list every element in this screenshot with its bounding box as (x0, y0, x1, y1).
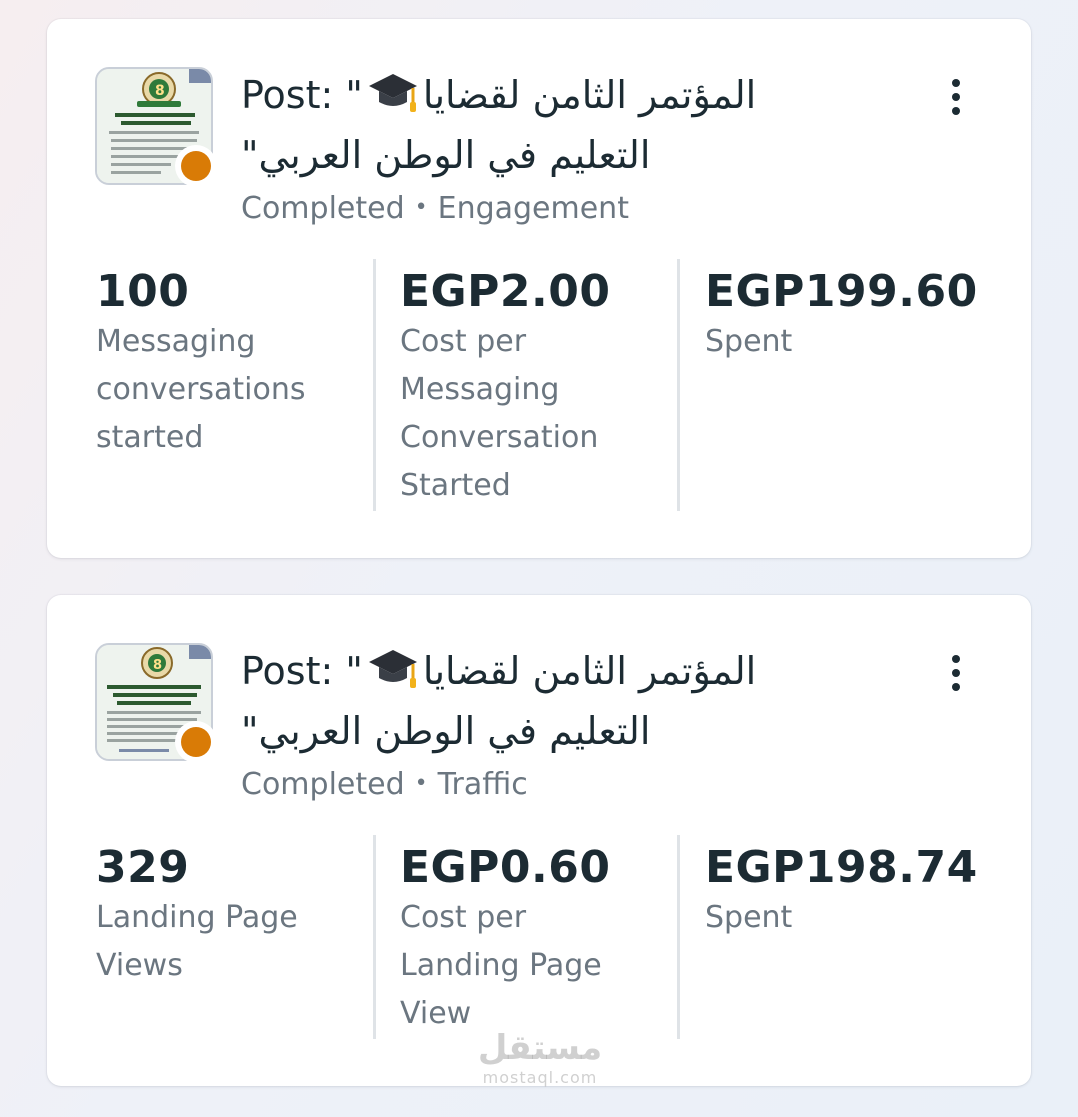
campaign-card[interactable]: 8 Post: " المؤتمر الثامن لقضايا التعليم … (47, 595, 1031, 1086)
status-dot (175, 721, 217, 763)
campaign-status-line: Completed • Engagement (241, 191, 629, 226)
objective-text: Engagement (437, 191, 629, 226)
metrics-row: 329 Landing Page Views EGP0.60 Cost per … (95, 835, 985, 1039)
title-arabic-line1: المؤتمر الثامن لقضايا (422, 73, 757, 117)
title-prefix: Post: " (241, 73, 363, 117)
more-vertical-icon[interactable] (941, 651, 971, 695)
metric-spent: EGP199.60 Spent (677, 259, 985, 511)
status-text: Completed (241, 191, 405, 226)
metric-value: EGP199.60 (705, 266, 978, 317)
metrics-row: 100 Messaging conversations started EGP2… (95, 259, 985, 511)
svg-text:8: 8 (155, 83, 165, 99)
metric-label: Messaging conversations started (96, 324, 306, 455)
metric-label: Spent (705, 900, 793, 935)
campaign-title[interactable]: Post: " المؤتمر الثامن لقضايا التعليم في… (241, 641, 811, 761)
metric-label: Spent (705, 324, 793, 359)
metric-value: EGP2.00 (400, 266, 611, 317)
title-prefix: Post: " (241, 649, 363, 693)
title-arabic-line2: التعليم في الوطن العربي" (241, 133, 651, 177)
metric-cost-per-result: EGP0.60 Cost per Landing Page View (373, 835, 677, 1039)
more-vertical-icon[interactable] (941, 75, 971, 119)
metric-value: 100 (96, 266, 190, 317)
metric-results: 329 Landing Page Views (95, 835, 373, 1039)
status-text: Completed (241, 767, 405, 802)
metric-value: EGP198.74 (705, 842, 978, 893)
svg-text:8: 8 (153, 658, 162, 673)
graduation-cap-icon (368, 74, 417, 112)
metric-value: EGP0.60 (400, 842, 611, 893)
campaign-card[interactable]: 8 Post: " المؤتمر الثامن لقضايا التعليم … (47, 19, 1031, 558)
campaign-status-line: Completed • Traffic (241, 767, 528, 802)
separator: • (414, 195, 428, 220)
metric-value: 329 (96, 842, 190, 893)
graduation-cap-icon (368, 650, 417, 688)
metric-results: 100 Messaging conversations started (95, 259, 373, 511)
metric-label: Cost per Messaging Conversation Started (400, 324, 599, 503)
metric-cost-per-result: EGP2.00 Cost per Messaging Conversation … (373, 259, 677, 511)
metric-spent: EGP198.74 Spent (677, 835, 985, 1039)
objective-text: Traffic (437, 767, 528, 802)
metric-label: Cost per Landing Page View (400, 900, 602, 1031)
campaign-title[interactable]: Post: " المؤتمر الثامن لقضايا التعليم في… (241, 65, 811, 185)
title-arabic-line1: المؤتمر الثامن لقضايا (422, 649, 757, 693)
separator: • (414, 771, 428, 796)
title-arabic-line2: التعليم في الوطن العربي" (241, 709, 651, 753)
status-dot (175, 145, 217, 187)
metric-label: Landing Page Views (96, 900, 298, 983)
